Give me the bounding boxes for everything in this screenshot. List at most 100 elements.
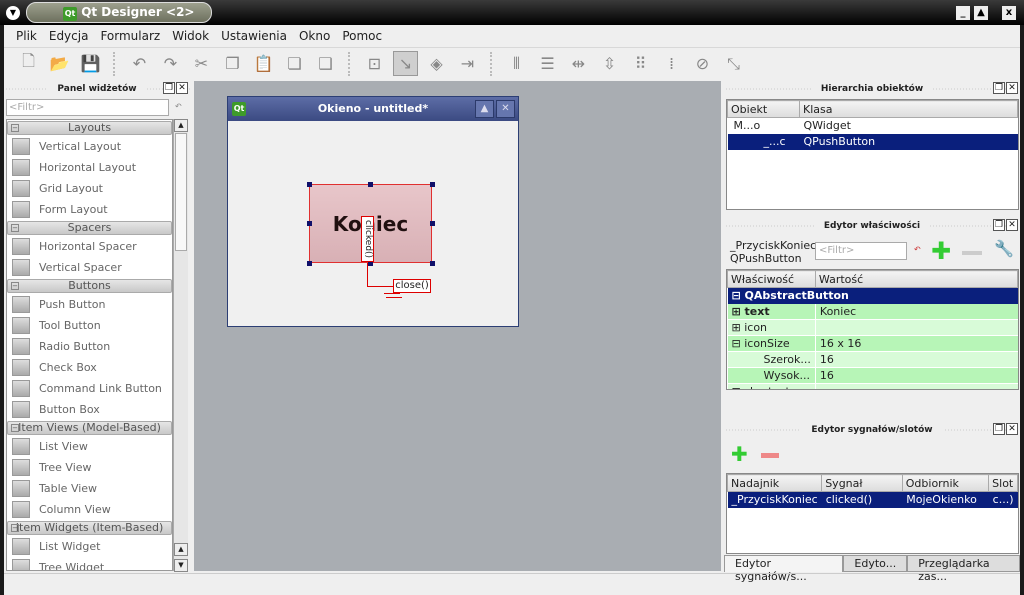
menu-formularz[interactable]: Formularz [94,25,166,46]
layout-h-splitter-button[interactable]: ⇹ [566,51,591,76]
widget-item[interactable]: Column View [7,499,172,520]
widget-category[interactable]: − Spacers [7,221,172,235]
layout-horizontal-button[interactable]: ⦀ [504,51,529,76]
object-row[interactable]: M...o QWidget [728,118,1018,134]
redo-button[interactable]: ↷ [158,51,183,76]
edit-tab-order-button[interactable]: ⇥ [455,51,480,76]
remove-property-icon[interactable] [962,251,982,255]
property-row[interactable]: ⊞ text Koniec [727,303,1018,320]
float-icon[interactable]: ❐ [993,82,1005,94]
menu-ustawienia[interactable]: Ustawienia [215,25,293,46]
scroll-thumb[interactable] [175,133,187,251]
menu-widok[interactable]: Widok [166,25,215,46]
signal-label[interactable]: clicked() [361,216,374,262]
widget-item[interactable]: Horizontal Layout [7,157,172,178]
resize-handle[interactable] [430,182,435,187]
collapse-icon[interactable]: − [11,282,19,290]
property-value[interactable] [815,383,1018,389]
widget-item[interactable]: Vertical Layout [7,136,172,157]
column-header[interactable]: Właściwość [727,270,816,288]
column-header[interactable]: Klasa [799,100,1018,118]
scroll-up-icon[interactable]: ▲ [174,543,188,556]
new-file-button[interactable]: 🗋 [16,51,41,76]
form-window[interactable]: Qt Okieno - untitled* ▲ ✕ Koniec clicked… [227,96,519,327]
float-icon[interactable]: ❐ [993,423,1005,435]
resize-handle[interactable] [430,221,435,226]
widget-filter-input[interactable]: <Filtr> [6,99,169,116]
save-button[interactable]: 💾 [78,51,103,76]
close-icon[interactable]: ✕ [1006,82,1018,94]
resize-handle[interactable] [430,261,435,266]
configure-wrench-icon[interactable]: 🔧 [994,239,1014,258]
connection-row[interactable]: _PrzyciskKoniec clicked() MojeOkienko c...) [727,491,1018,508]
widget-item[interactable]: Push Button [7,294,172,315]
undo-button[interactable]: ↶ [127,51,152,76]
bring-to-front-button[interactable]: ❑ [313,51,338,76]
edit-buddies-button[interactable]: ◈ [424,51,449,76]
tab-1[interactable]: Edyto... [843,555,908,572]
expand-icon[interactable]: ⊟ [732,385,745,389]
clear-filter-icon[interactable]: ↶ [175,102,182,111]
widget-item[interactable]: Tree Widget [7,557,172,570]
break-layout-button[interactable]: ⊘ [690,51,715,76]
widget-item[interactable]: Form Layout [7,199,172,220]
clear-filter-icon[interactable]: ↶ [914,245,921,254]
close-icon[interactable]: ✕ [1006,423,1018,435]
property-value[interactable]: Koniec [815,303,1018,320]
expand-icon[interactable]: ⊞ [732,321,745,334]
layout-v-splitter-button[interactable]: ⇳ [597,51,622,76]
property-value[interactable]: 16 [815,367,1018,384]
widget-category[interactable]: − Layouts [7,121,172,135]
adjust-size-button[interactable]: ⤡ [721,51,746,76]
property-value[interactable]: 16 x 16 [815,335,1018,352]
property-group[interactable]: ⊟ QAbstractButton [727,287,1018,304]
remove-connection-icon[interactable] [761,453,779,458]
property-row[interactable]: Szerok... 16 [727,351,1018,368]
column-header[interactable]: Odbiornik [901,474,990,492]
collapse-icon[interactable]: − [11,524,19,532]
widget-category[interactable]: − Item Views (Model-Based) [7,421,172,435]
property-row[interactable]: ⊟ shortcut [727,383,1018,389]
widget-item[interactable]: Radio Button [7,336,172,357]
close-icon[interactable]: ✕ [1006,219,1018,231]
float-icon[interactable]: ❐ [163,82,175,94]
window-title-tab[interactable]: Qt Qt Designer <2> [26,2,212,23]
menu-edycja[interactable]: Edycja [43,25,95,46]
form-close-button[interactable]: ✕ [496,100,515,118]
layout-vertical-button[interactable]: ☰ [535,51,560,76]
property-value[interactable] [815,319,1018,336]
scroll-down-icon[interactable]: ▼ [174,559,188,572]
widget-item[interactable]: Check Box [7,357,172,378]
object-row[interactable]: _...c QPushButton [727,133,1018,150]
widget-item[interactable]: Command Link Button [7,378,172,399]
column-header[interactable]: Sygnał [821,474,903,492]
property-value[interactable]: 16 [815,351,1018,368]
menu-pomoc[interactable]: Pomoc [336,25,388,46]
form-maximize-button[interactable]: ▲ [475,100,494,118]
layout-form-button[interactable]: ⁞ [659,51,684,76]
paste-button[interactable]: 📋 [251,51,276,76]
window-menu-button[interactable]: ▼ [6,6,20,20]
expand-icon[interactable]: ⊞ [732,305,745,318]
layout-grid-button[interactable]: ⠿ [628,51,653,76]
collapse-icon[interactable]: − [11,124,19,132]
slot-label[interactable]: close() [393,279,431,293]
widget-item[interactable]: List View [7,436,172,457]
close-button[interactable]: x [1002,6,1016,20]
property-row[interactable]: ⊟ iconSize 16 x 16 [727,335,1018,352]
collapse-icon[interactable]: − [11,424,19,432]
property-row[interactable]: ⊞ icon [727,319,1018,336]
resize-handle[interactable] [307,182,312,187]
widget-item[interactable]: Grid Layout [7,178,172,199]
widget-item[interactable]: Tree View [7,457,172,478]
widget-item[interactable]: Table View [7,478,172,499]
column-header[interactable]: Nadajnik [727,474,823,492]
open-folder-button[interactable]: 📂 [47,51,72,76]
widget-item[interactable]: Horizontal Spacer [7,236,172,257]
widget-item[interactable]: List Widget [7,536,172,557]
widget-category[interactable]: − Buttons [7,279,172,293]
widget-item[interactable]: Vertical Spacer [7,257,172,278]
widget-item[interactable]: Tool Button [7,315,172,336]
minimize-button[interactable]: _ [956,6,970,20]
edit-signals-slots-button[interactable]: ↘ [393,51,418,76]
